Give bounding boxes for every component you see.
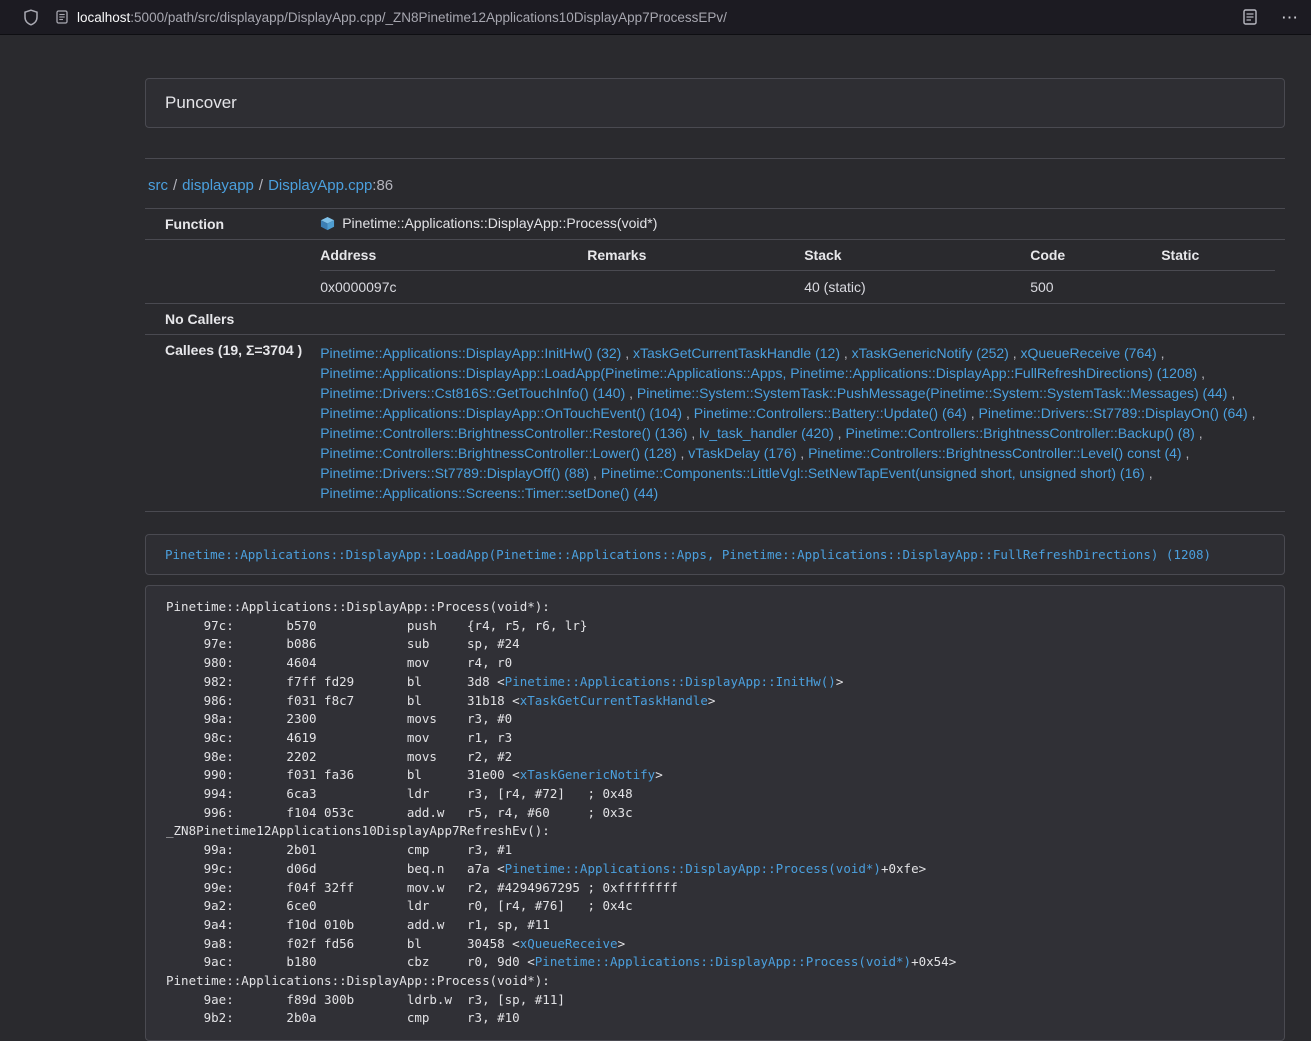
static-value	[1161, 271, 1275, 304]
callee-separator: ,	[682, 405, 694, 421]
divider	[145, 158, 1285, 159]
col-code: Code	[1030, 240, 1161, 271]
breadcrumb-line-number: :86	[372, 177, 393, 194]
app-title-panel: Puncover	[145, 78, 1285, 128]
breadcrumb-separator: /	[259, 177, 263, 194]
no-callers-row: No Callers	[145, 304, 1285, 335]
callee-separator: ,	[1227, 385, 1235, 401]
callee-link[interactable]: Pinetime::Controllers::Battery::Update()…	[694, 405, 967, 421]
callee-link[interactable]: xTaskGetCurrentTaskHandle (12)	[633, 345, 840, 361]
callee-link[interactable]: Pinetime::Controllers::BrightnessControl…	[320, 425, 687, 441]
code-value: 500	[1030, 271, 1161, 304]
callee-separator: ,	[677, 445, 689, 461]
code-symbol-link[interactable]: xTaskGenericNotify	[520, 767, 655, 782]
breadcrumb-link-src[interactable]: src	[148, 177, 168, 194]
callee-separator: ,	[1197, 365, 1205, 381]
toolbar-right-group: ⋯	[1243, 9, 1311, 26]
code-symbol-link[interactable]: Pinetime::Applications::DisplayApp::Proc…	[535, 954, 911, 969]
callee-link[interactable]: Pinetime::Drivers::Cst816S::GetTouchInfo…	[320, 385, 625, 401]
callee-link[interactable]: Pinetime::Controllers::BrightnessControl…	[808, 445, 1181, 461]
stack-value: 40 (static)	[804, 271, 1030, 304]
col-remarks: Remarks	[587, 240, 804, 271]
callee-link[interactable]: Pinetime::Controllers::BrightnessControl…	[320, 445, 676, 461]
address-value: 0x0000097c	[320, 271, 587, 304]
callee-link[interactable]: Pinetime::Applications::DisplayApp::Init…	[320, 345, 621, 361]
col-static: Static	[1161, 240, 1275, 271]
tracking-protection-shield-icon[interactable]	[23, 9, 39, 26]
code-symbol-link[interactable]: xQueueReceive	[520, 936, 618, 951]
callee-separator: ,	[1248, 405, 1256, 421]
code-symbol-link[interactable]: xTaskGetCurrentTaskHandle	[520, 693, 708, 708]
page-title: Puncover	[165, 93, 1265, 113]
callee-separator: ,	[1157, 345, 1165, 361]
callee-separator: ,	[840, 345, 852, 361]
metrics-table: Address Remarks Stack Code Static 0x0000…	[320, 240, 1275, 303]
callee-separator: ,	[967, 405, 979, 421]
disassembly-block: Pinetime::Applications::DisplayApp::Proc…	[145, 585, 1285, 1041]
breadcrumb-link-displayapp[interactable]: displayapp	[182, 177, 254, 194]
callee-separator: ,	[589, 465, 601, 481]
url-path: :5000/path/src/displayapp/DisplayApp.cpp…	[130, 10, 727, 25]
page-info-icon[interactable]	[56, 10, 68, 24]
callee-separator: ,	[1182, 445, 1190, 461]
code-symbol-link[interactable]: Pinetime::Applications::DisplayApp::Init…	[505, 674, 836, 689]
function-icon	[320, 216, 335, 231]
callee-separator: ,	[621, 345, 633, 361]
callees-label: Callees (19, Σ=3704 )	[145, 335, 310, 512]
overflow-menu-icon[interactable]: ⋯	[1281, 9, 1299, 26]
callee-link[interactable]: Pinetime::Controllers::BrightnessControl…	[845, 425, 1194, 441]
symbol-table: Function Pinetime::Applications::Display…	[145, 208, 1285, 512]
callee-link[interactable]: Pinetime::Applications::DisplayApp::Load…	[320, 365, 1197, 381]
callee-separator: ,	[796, 445, 808, 461]
url-bar[interactable]: localhost:5000/path/src/displayapp/Displ…	[56, 10, 1243, 25]
callee-link[interactable]: vTaskDelay (176)	[688, 445, 796, 461]
callee-separator: ,	[687, 425, 699, 441]
breadcrumb-link-file[interactable]: DisplayApp.cpp	[268, 177, 372, 194]
breadcrumb: src / displayapp / DisplayApp.cpp:86	[148, 177, 1285, 194]
remarks-value	[587, 271, 804, 304]
metrics-row: Address Remarks Stack Code Static 0x0000…	[145, 240, 1285, 304]
function-row: Function Pinetime::Applications::Display…	[145, 209, 1285, 240]
browser-toolbar: localhost:5000/path/src/displayapp/Displ…	[0, 0, 1311, 35]
callee-separator: ,	[625, 385, 637, 401]
reader-view-icon[interactable]	[1243, 9, 1257, 25]
page-content: Puncover src / displayapp / DisplayApp.cpp:8…	[145, 78, 1285, 1041]
callees-list: Pinetime::Applications::DisplayApp::Init…	[310, 335, 1285, 512]
callee-link[interactable]: xQueueReceive (764)	[1021, 345, 1157, 361]
code-symbol-link[interactable]: Pinetime::Applications::DisplayApp::Proc…	[505, 861, 881, 876]
highlighted-callee-link[interactable]: Pinetime::Applications::DisplayApp::Load…	[165, 547, 1211, 562]
url-host: localhost	[77, 10, 130, 25]
metrics-header-row: Address Remarks Stack Code Static	[320, 240, 1275, 271]
callee-separator: ,	[1009, 345, 1021, 361]
function-name: Pinetime::Applications::DisplayApp::Proc…	[342, 215, 657, 231]
callees-row: Callees (19, Σ=3704 ) Pinetime::Applicat…	[145, 335, 1285, 512]
breadcrumb-separator: /	[173, 177, 177, 194]
callee-link[interactable]: xTaskGenericNotify (252)	[852, 345, 1009, 361]
highlighted-callee-panel: Pinetime::Applications::DisplayApp::Load…	[145, 534, 1285, 575]
callee-separator: ,	[834, 425, 846, 441]
callee-link[interactable]: Pinetime::Drivers::St7789::DisplayOff() …	[320, 465, 589, 481]
callee-link[interactable]: Pinetime::Applications::Screens::Timer::…	[320, 485, 658, 501]
callee-link[interactable]: Pinetime::System::SystemTask::PushMessag…	[637, 385, 1228, 401]
callee-link[interactable]: Pinetime::Applications::DisplayApp::OnTo…	[320, 405, 682, 421]
callee-link[interactable]: Pinetime::Components::LittleVgl::SetNewT…	[601, 465, 1145, 481]
function-row-label: Function	[145, 209, 310, 240]
metrics-value-row: 0x0000097c 40 (static) 500	[320, 271, 1275, 304]
callee-separator: ,	[1195, 425, 1203, 441]
callee-separator: ,	[1145, 465, 1153, 481]
callee-link[interactable]: Pinetime::Drivers::St7789::DisplayOn() (…	[979, 405, 1248, 421]
callee-link[interactable]: lv_task_handler (420)	[699, 425, 834, 441]
col-address: Address	[320, 240, 587, 271]
col-stack: Stack	[804, 240, 1030, 271]
no-callers-label: No Callers	[145, 304, 310, 335]
